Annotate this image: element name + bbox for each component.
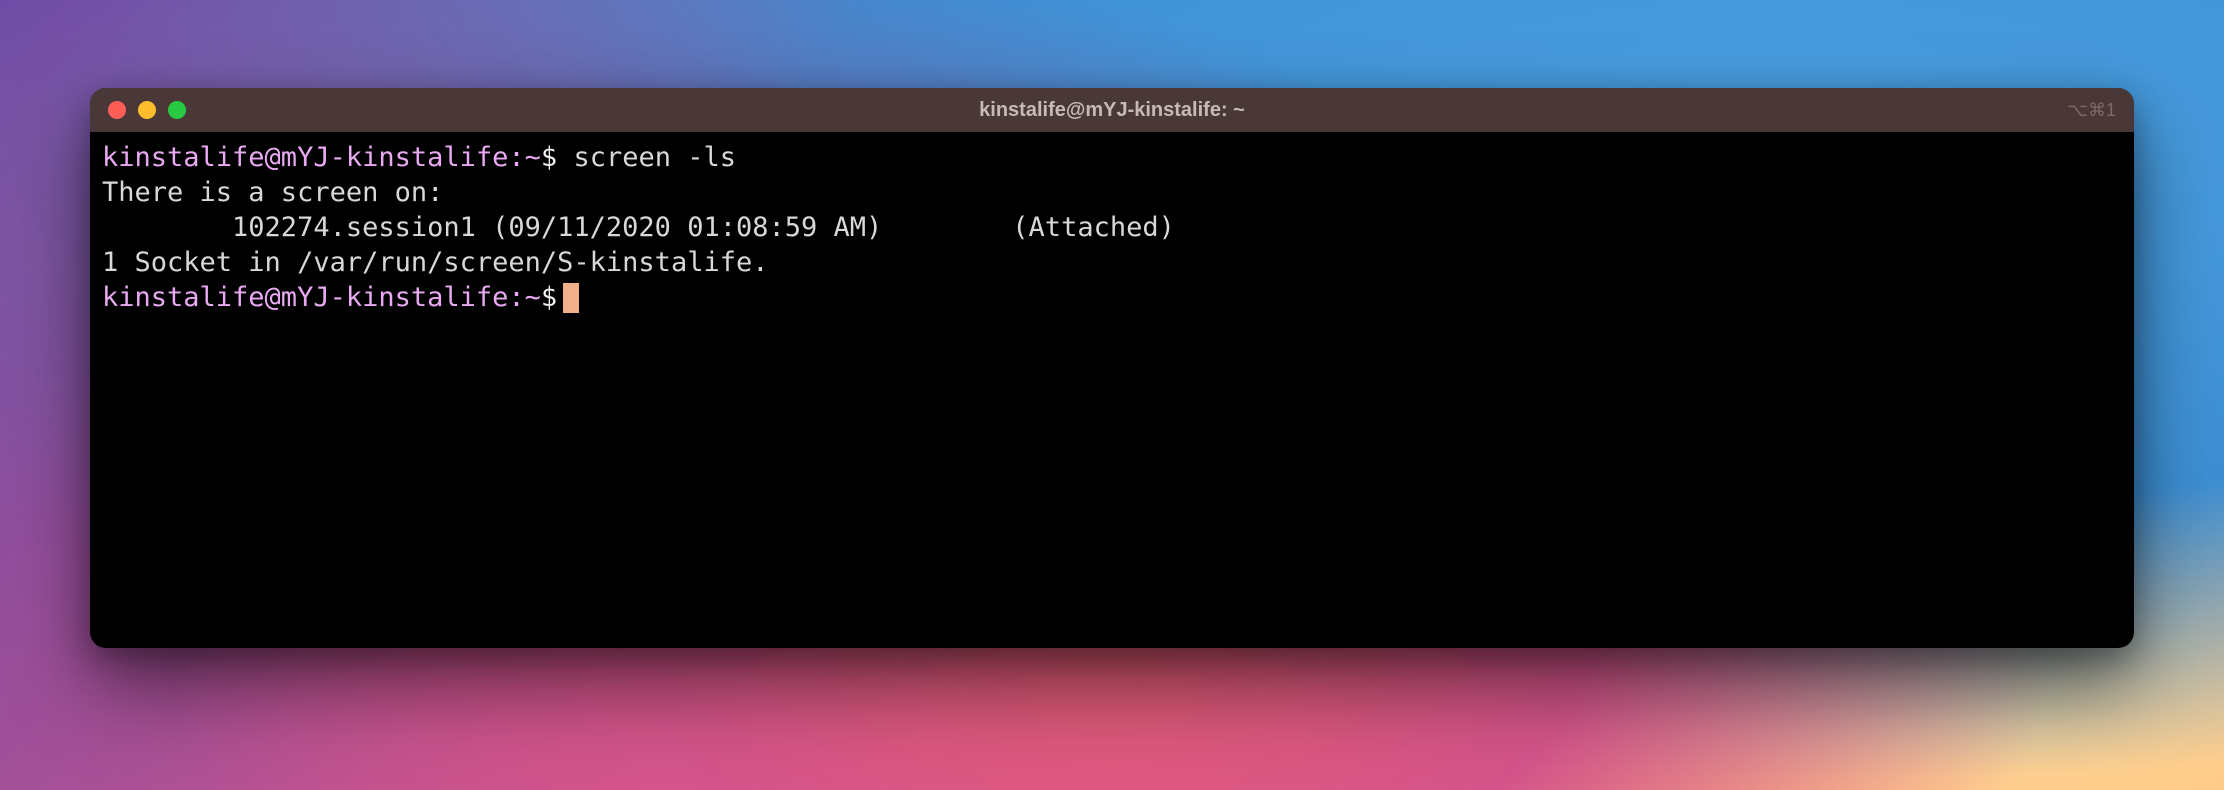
cursor-icon xyxy=(563,283,579,313)
traffic-lights xyxy=(108,101,186,119)
terminal-output-line: 102274.session1 (09/11/2020 01:08:59 AM)… xyxy=(102,210,2122,245)
window-title: kinstalife@mYJ-kinstalife: ~ xyxy=(979,99,1245,122)
prompt-user-host: kinstalife@mYJ-kinstalife:~ xyxy=(102,140,541,175)
title-bar: kinstalife@mYJ-kinstalife: ~ ⌥⌘1 xyxy=(90,88,2134,132)
maximize-button[interactable] xyxy=(168,101,186,119)
close-button[interactable] xyxy=(108,101,126,119)
terminal-command-line: kinstalife@mYJ-kinstalife:~$ screen -ls xyxy=(102,140,2122,175)
minimize-button[interactable] xyxy=(138,101,156,119)
terminal-prompt-line: kinstalife@mYJ-kinstalife:~$ xyxy=(102,280,2122,315)
command-text: screen -ls xyxy=(557,140,736,175)
terminal-content[interactable]: kinstalife@mYJ-kinstalife:~$ screen -ls … xyxy=(90,132,2134,648)
terminal-output-line: 1 Socket in /var/run/screen/S-kinstalife… xyxy=(102,245,2122,280)
prompt-user-host: kinstalife@mYJ-kinstalife:~ xyxy=(102,280,541,315)
window-shortcut: ⌥⌘1 xyxy=(2067,100,2116,121)
terminal-window: kinstalife@mYJ-kinstalife: ~ ⌥⌘1 kinstal… xyxy=(90,88,2134,648)
prompt-dollar: $ xyxy=(541,280,557,315)
terminal-output-line: There is a screen on: xyxy=(102,175,2122,210)
prompt-dollar: $ xyxy=(541,140,557,175)
